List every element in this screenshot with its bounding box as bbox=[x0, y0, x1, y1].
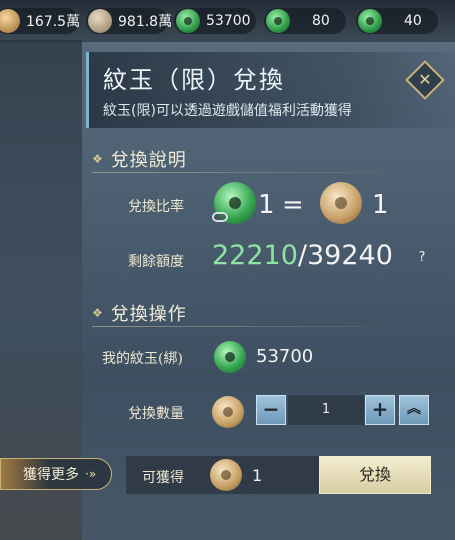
my-jade-label: 我的紋玉(綁) bbox=[102, 351, 183, 367]
currency-silver: 981.8萬 bbox=[86, 8, 172, 34]
decrease-button[interactable]: − bbox=[256, 395, 286, 425]
remaining-quota-label: 剩餘額度 bbox=[128, 254, 184, 270]
jade-add-icon bbox=[358, 9, 382, 33]
ratio-left-value: 1 bbox=[258, 190, 275, 220]
currency-silver-value: 981.8萬 bbox=[118, 14, 173, 30]
quantity-input[interactable]: 1 bbox=[288, 395, 364, 425]
obtain-label: 可獲得 bbox=[142, 470, 184, 486]
arrow-right-icon: ·» bbox=[85, 467, 97, 481]
page-subtitle: 紋玉(限)可以透過遊戲儲值福利活動獲得 bbox=[103, 103, 352, 119]
jade-add-icon bbox=[266, 9, 290, 33]
get-more-label: 獲得更多 bbox=[23, 467, 79, 483]
currency-gold: 167.5萬 bbox=[0, 8, 81, 34]
max-button[interactable]: ︽ bbox=[399, 395, 429, 425]
diamond-bullet-icon: ❖ bbox=[92, 306, 103, 320]
divider bbox=[92, 326, 412, 327]
remaining-quota-current: 22210 bbox=[212, 240, 298, 271]
section-exchange-op-title: 兌換操作 bbox=[110, 304, 187, 325]
diamond-bullet-icon: ❖ bbox=[92, 152, 103, 166]
currency-jade-other-value: 40 bbox=[404, 13, 422, 29]
jade-limited-gold-icon bbox=[212, 396, 244, 428]
section-exchange-op: ❖ 兌換操作 bbox=[92, 300, 187, 326]
remaining-quota-total: /39240 bbox=[297, 240, 393, 271]
remaining-quota: 22210/39240 bbox=[212, 240, 393, 271]
jade-limited-gold-icon bbox=[210, 459, 242, 491]
quantity-label: 兌換數量 bbox=[128, 406, 184, 422]
gold-coin-icon bbox=[0, 9, 20, 33]
jade-bound-icon bbox=[214, 341, 246, 373]
currency-jade-limited[interactable]: 80 bbox=[264, 8, 346, 34]
my-jade-value: 53700 bbox=[256, 346, 314, 367]
currency-jade-bound-value: 53700 bbox=[206, 13, 251, 29]
exchange-header: 紋玉（限）兌換 紋玉(限)可以透過遊戲儲值福利活動獲得 bbox=[86, 52, 455, 128]
section-exchange-info: ❖ 兌換說明 bbox=[92, 146, 187, 172]
ratio-label: 兌換比率 bbox=[128, 199, 184, 215]
chain-bound-icon bbox=[212, 212, 228, 222]
jade-limited-gold-icon bbox=[320, 182, 362, 224]
ratio-right-value: 1 bbox=[372, 190, 389, 220]
help-icon[interactable]: ? bbox=[414, 250, 430, 266]
obtain-value: 1 bbox=[252, 466, 263, 485]
currency-jade-limited-value: 80 bbox=[312, 13, 330, 29]
silver-coin-icon bbox=[88, 9, 112, 33]
currency-gold-value: 167.5萬 bbox=[26, 14, 81, 30]
section-exchange-info-title: 兌換說明 bbox=[110, 150, 187, 171]
jade-bound-icon bbox=[176, 9, 200, 33]
increase-button[interactable]: + bbox=[365, 395, 395, 425]
page-title: 紋玉（限）兌換 bbox=[103, 66, 285, 94]
exchange-button[interactable]: 兌換 bbox=[319, 456, 431, 494]
currency-bar: 167.5萬 981.8萬 53700 80 40 bbox=[0, 0, 455, 42]
divider bbox=[92, 172, 412, 173]
currency-jade-other[interactable]: 40 bbox=[356, 8, 438, 34]
close-icon: ✕ bbox=[418, 70, 432, 89]
get-more-button[interactable]: 獲得更多 ·» bbox=[0, 458, 112, 490]
currency-jade-bound: 53700 bbox=[174, 8, 256, 34]
ratio-equals: = bbox=[282, 190, 304, 220]
